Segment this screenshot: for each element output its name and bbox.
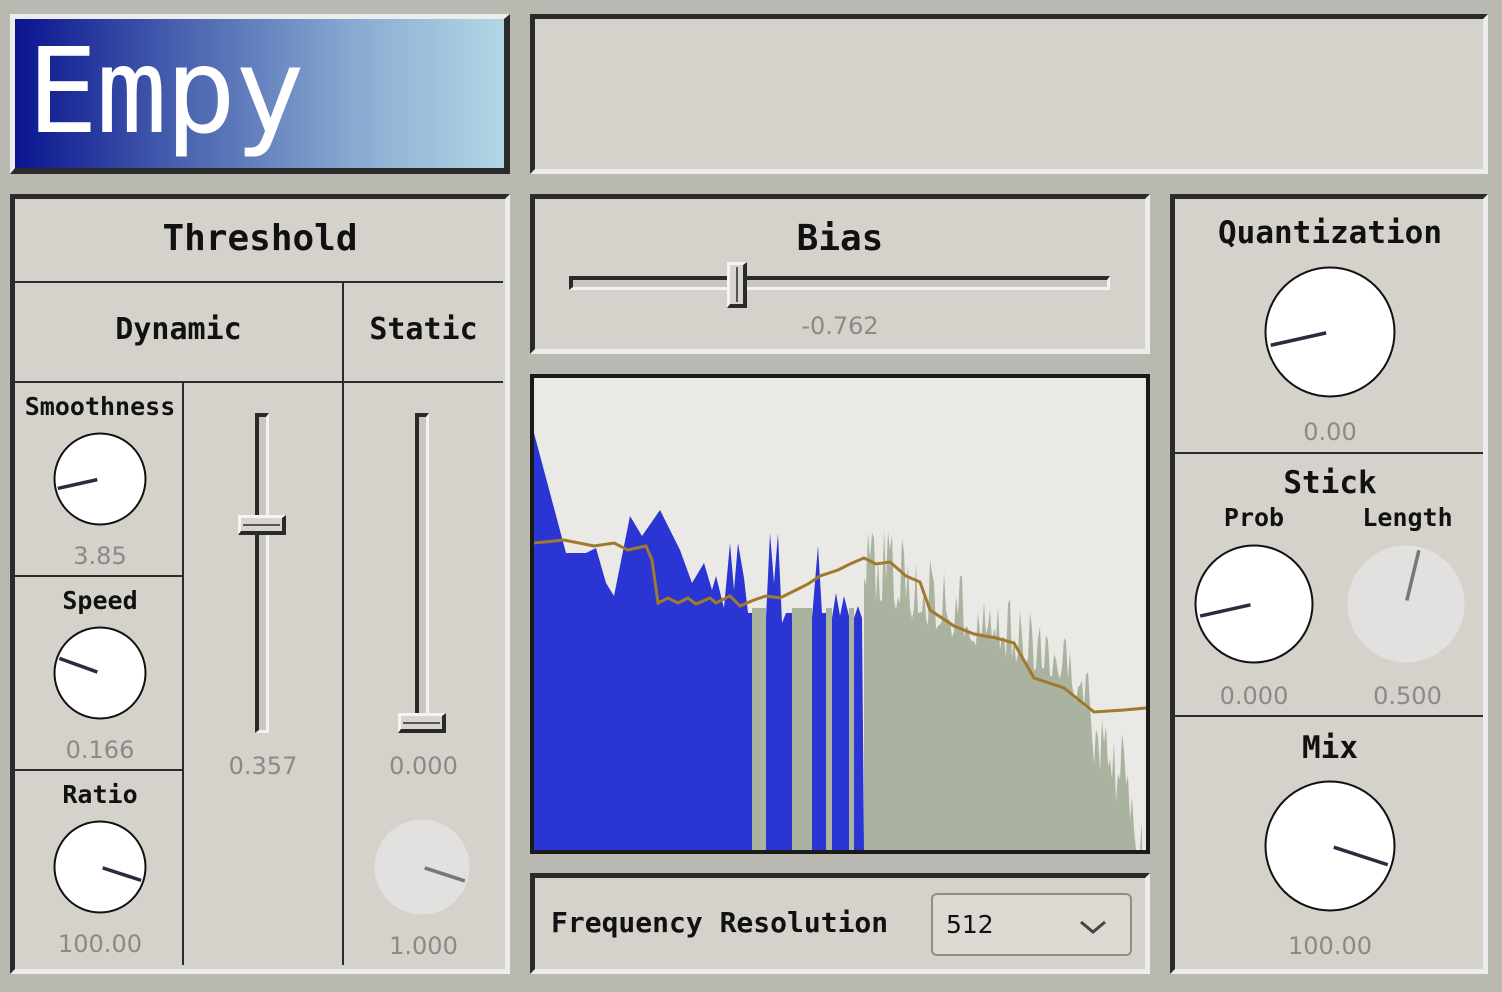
prob-label: Prob [1223, 503, 1285, 532]
dynamic-threshold-slider-track[interactable] [255, 413, 269, 733]
knob-body [374, 819, 470, 915]
signal-spectrum [534, 433, 864, 850]
residual-band [849, 608, 854, 850]
length-value: 0.500 [1373, 682, 1442, 710]
frequency-resolution-select[interactable]: 512 [931, 893, 1132, 956]
quantization-value: 0.00 [1303, 418, 1357, 446]
knob-body [53, 626, 147, 720]
bias-slider-track[interactable] [569, 276, 1110, 290]
mix-value: 100.00 [1288, 932, 1372, 960]
speed-value: 0.166 [65, 736, 135, 764]
divider [15, 281, 503, 283]
spectrum-graph [534, 433, 1146, 850]
static-threshold-slider-thumb[interactable] [398, 713, 446, 733]
knob-body [1194, 544, 1314, 664]
ratio-value: 100.00 [58, 930, 142, 958]
ratio-label: Ratio [62, 780, 138, 809]
static-knob-value: 1.000 [389, 932, 458, 960]
bias-label: Bias [796, 218, 884, 259]
speed-label: Speed [62, 586, 138, 615]
prob-value: 0.000 [1219, 682, 1289, 710]
ratio-knob[interactable] [53, 820, 147, 914]
divider [1175, 715, 1483, 717]
divider [15, 769, 182, 771]
divider [15, 575, 182, 577]
divider [1175, 452, 1483, 454]
mix-knob[interactable] [1264, 780, 1396, 912]
static-threshold-slider-track[interactable] [415, 413, 429, 733]
knob-body [53, 432, 147, 526]
app-logo: Empy [10, 14, 510, 174]
divider [15, 381, 503, 383]
frequency-resolution-value: 512 [946, 910, 994, 939]
static-title: Static [369, 312, 478, 347]
prob-knob[interactable] [1194, 544, 1314, 664]
residual-band [792, 608, 812, 850]
stick-label: Stick [1283, 465, 1377, 501]
quantization-knob[interactable] [1264, 266, 1396, 398]
frequency-resolution-label: Frequency Resolution [551, 906, 889, 939]
threshold-title: Threshold [162, 218, 358, 259]
residual-band [826, 608, 832, 850]
smoothness-value: 3.85 [73, 542, 127, 570]
chevron-down-icon [1078, 913, 1108, 939]
dynamic-threshold-value: 0.357 [228, 752, 298, 780]
knob-body [53, 820, 147, 914]
length-knob[interactable] [1346, 544, 1466, 664]
smoothness-label: Smoothness [24, 392, 176, 421]
divider [182, 383, 184, 965]
knob-body [1347, 545, 1465, 663]
smoothness-knob[interactable] [53, 432, 147, 526]
bias-slider-thumb[interactable] [726, 262, 747, 308]
residual-band [752, 608, 766, 850]
bias-value: -0.762 [801, 312, 879, 340]
static-threshold-value: 0.000 [389, 752, 458, 780]
speed-knob[interactable] [53, 626, 147, 720]
divider [342, 283, 344, 965]
knob-body [1264, 266, 1396, 398]
dynamic-title: Dynamic [115, 312, 242, 347]
dynamic-threshold-slider-thumb[interactable] [238, 514, 286, 535]
length-label: Length [1362, 503, 1453, 532]
knob-body [1264, 780, 1396, 912]
quantization-label: Quantization [1218, 215, 1442, 251]
mix-label: Mix [1302, 730, 1358, 766]
spectrum-display [530, 374, 1150, 854]
app-title: Empy [27, 22, 305, 160]
header-display [530, 14, 1488, 174]
static-knob[interactable] [373, 818, 471, 916]
